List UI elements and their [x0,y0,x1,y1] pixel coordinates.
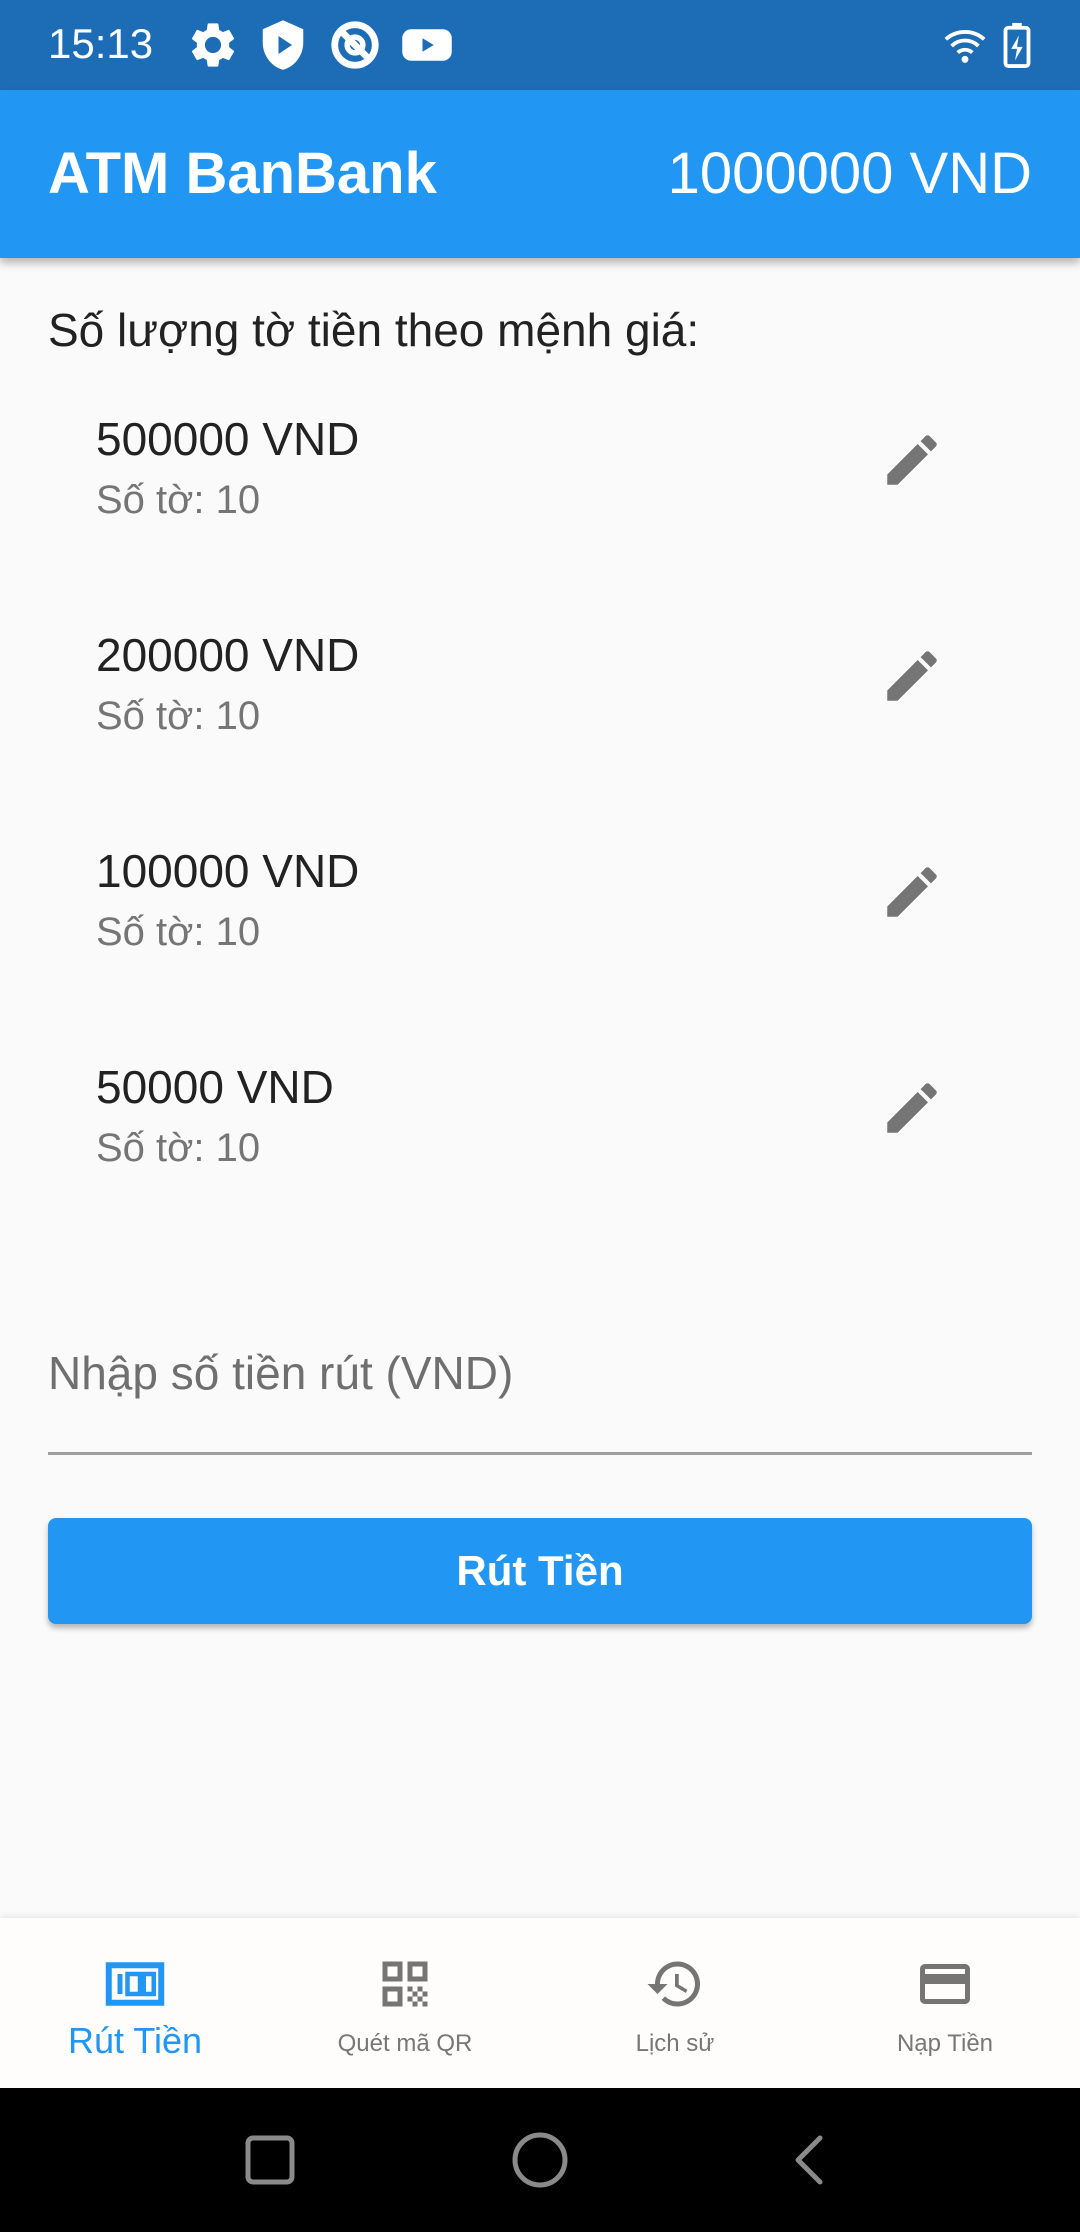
denominations-heading: Số lượng tờ tiền theo mệnh giá: [48,304,700,356]
bottom-navigation: Rút Tiền Quét mã QR Lịch sử Nạp Tiền [0,1918,1080,2088]
status-time: 15:13 [48,20,154,67]
app-bar: ATM BanBank 1000000 VND [0,90,1080,258]
money-icon [105,1954,165,2014]
shield-icon [256,18,310,72]
gear-icon [186,18,240,72]
nav-item-lich-su[interactable]: Lịch sử [540,1918,810,2088]
history-icon [645,1954,705,2014]
nav-item-quet-ma-qr[interactable]: Quét mã QR [270,1918,540,2088]
denomination-item-50000: 50000 VND Số tờ: 10 [0,1028,1080,1244]
edit-icon[interactable] [872,1068,952,1148]
withdraw-amount-input[interactable] [48,1328,1032,1418]
nav-item-nap-tien[interactable]: Nạp Tiền [810,1918,1080,2088]
recent-apps-button[interactable] [240,2130,300,2190]
wifi-icon [942,22,988,73]
back-button[interactable] [780,2130,840,2190]
battery-icon [1000,22,1034,73]
withdraw-button[interactable]: Rút Tiền [48,1518,1032,1624]
denomination-value: 100000 VND [96,845,360,897]
denomination-value: 50000 VND [96,1061,334,1113]
app-title: ATM BanBank [48,141,437,206]
account-balance: 1000000 VND [667,141,1032,206]
withdraw-amount-field [48,1310,1032,1455]
credit-card-icon [915,1954,975,2014]
edit-icon[interactable] [872,420,952,500]
denomination-item-100000: 100000 VND Số tờ: 10 [0,812,1080,1028]
youtube-icon [400,18,454,72]
denomination-item-200000: 200000 VND Số tờ: 10 [0,596,1080,812]
denomination-value: 500000 VND [96,413,360,465]
edit-icon[interactable] [872,636,952,716]
no-entry-icon [328,18,382,72]
denomination-count: Số tờ: 10 [96,694,261,738]
denomination-item-500000: 500000 VND Số tờ: 10 [0,380,1080,596]
qr-code-icon [375,1954,435,2014]
nav-item-rut-tien[interactable]: Rút Tiền [0,1918,270,2088]
denomination-list: 500000 VND Số tờ: 10 200000 VND Số tờ: 1… [0,380,1080,1244]
nav-label: Quét mã QR [337,2030,473,2057]
nav-label: Nạp Tiền [896,2030,994,2057]
edit-icon[interactable] [872,852,952,932]
status-bar: 15:13 [0,0,1080,90]
denomination-count: Số tờ: 10 [96,1126,261,1170]
nav-label: Lịch sử [635,2030,715,2057]
denomination-count: Số tờ: 10 [96,910,261,954]
system-navigation-bar [0,2088,1080,2232]
denomination-value: 200000 VND [96,629,360,681]
denomination-count: Số tờ: 10 [96,478,261,522]
nav-label: Rút Tiền [67,2020,203,2061]
home-button[interactable] [510,2130,570,2190]
